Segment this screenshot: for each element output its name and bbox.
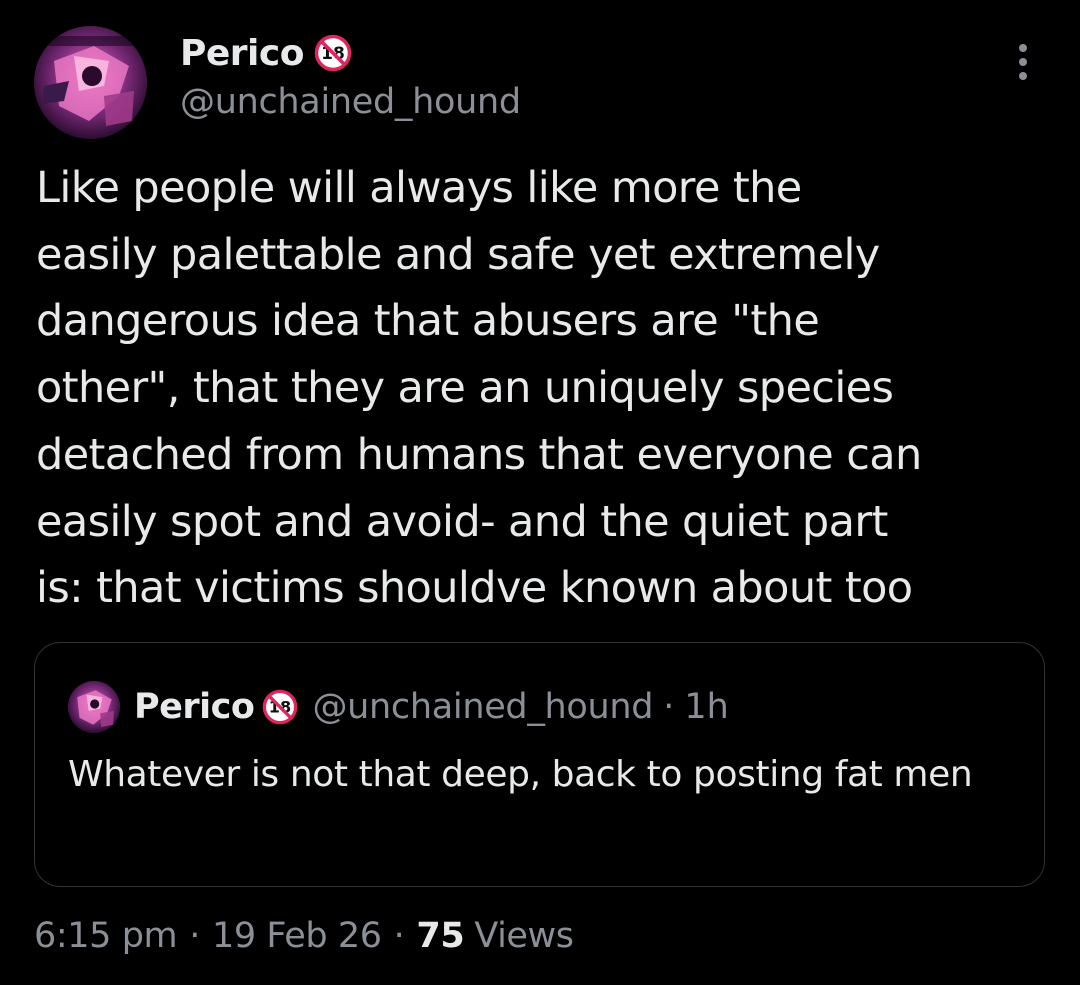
meta-separator: ·: [393, 916, 405, 956]
views-count[interactable]: 75: [416, 916, 464, 956]
tweet-header: Perico 18 @unchained_hound: [34, 26, 1046, 139]
author-names: Perico 18 @unchained_hound: [180, 28, 521, 123]
meta-separator: ·: [189, 916, 200, 956]
quoted-tweet-card[interactable]: Perico 18 @unchained_hound · 1h Whatever…: [34, 642, 1045, 887]
tweet-meta: 6:15 pm · 19 Feb 26 · 75 Views: [34, 908, 574, 964]
quoted-tweet-text: Whatever is not that deep, back to posti…: [68, 754, 973, 795]
quoted-tweet-header: Perico 18 @unchained_hound · 1h: [68, 681, 729, 733]
author-display-name[interactable]: Perico: [180, 33, 304, 74]
author-avatar[interactable]: [34, 26, 147, 139]
tweet-text: Like people will always like more the ea…: [36, 163, 922, 614]
post-date[interactable]: 19 Feb 26: [212, 916, 382, 956]
author-handle[interactable]: @unchained_hound: [180, 82, 521, 122]
quoted-author-display-name: Perico: [134, 687, 255, 727]
views-label[interactable]: Views: [474, 916, 574, 956]
more-dot: [1019, 72, 1027, 80]
quoted-separator: ·: [663, 687, 675, 727]
more-dot: [1019, 44, 1027, 52]
quoted-author-avatar: [68, 681, 120, 733]
more-options-icon[interactable]: [1014, 44, 1032, 84]
18-plus-badge-icon: 18: [314, 34, 352, 72]
more-dot: [1019, 58, 1027, 66]
name-row: Perico 18: [180, 28, 521, 78]
post-time[interactable]: 6:15 pm: [34, 916, 178, 956]
quoted-author-handle: @unchained_hound: [312, 687, 654, 727]
18-plus-badge-icon: 18: [262, 689, 298, 725]
quoted-timestamp: 1h: [684, 687, 729, 727]
